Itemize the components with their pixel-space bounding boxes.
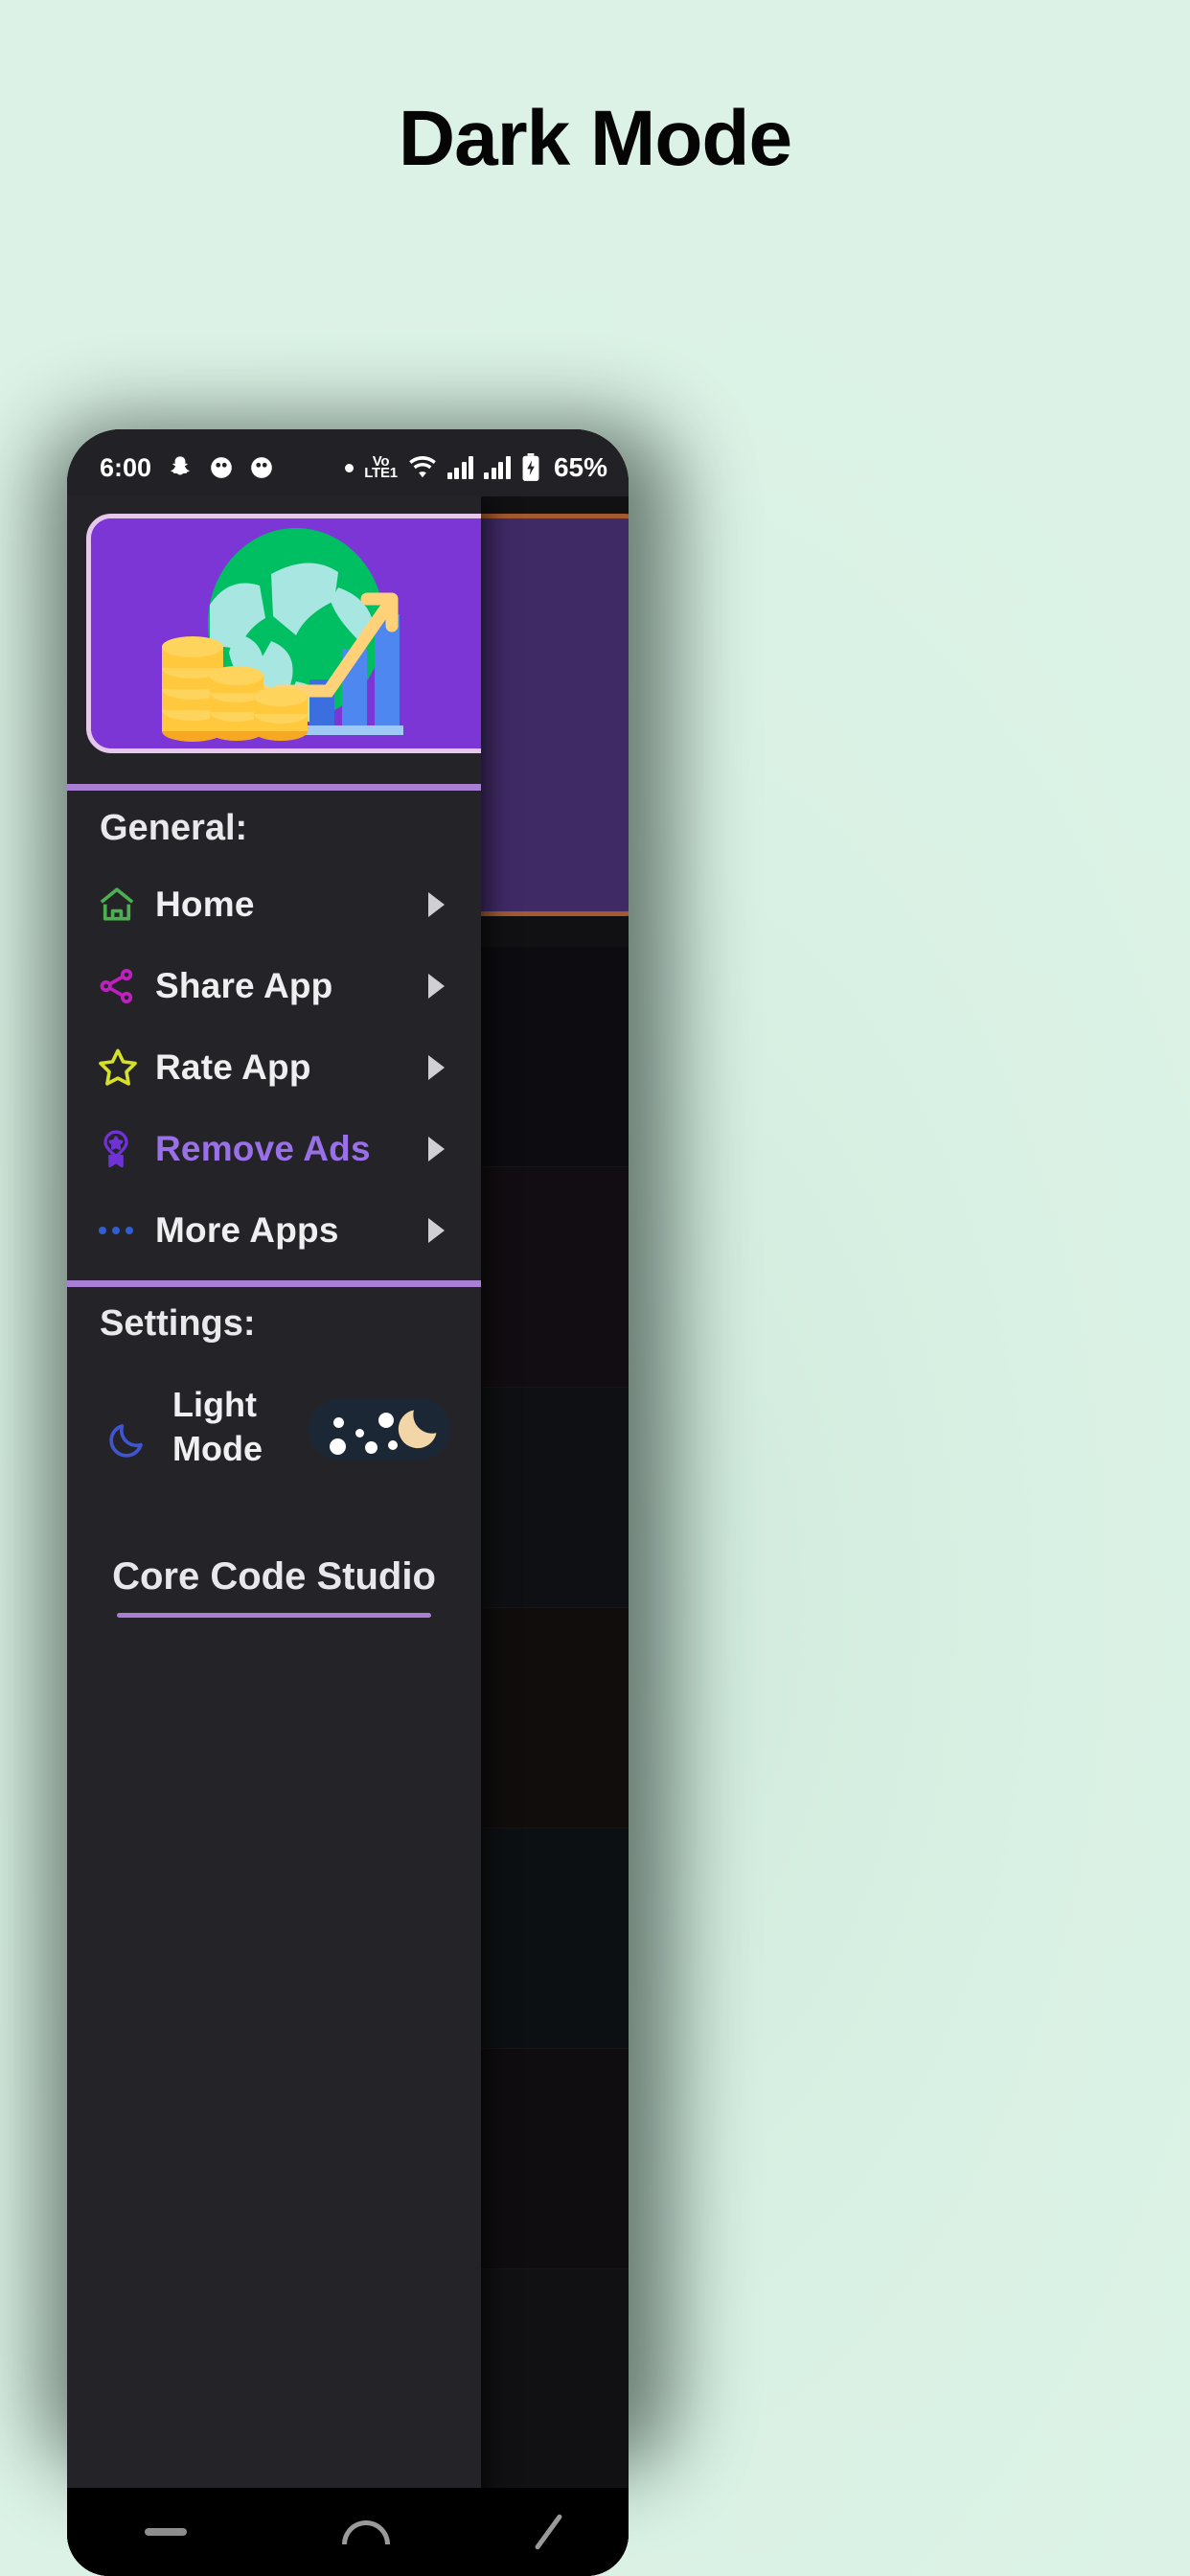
finance-globe-illustration bbox=[86, 514, 481, 753]
brand-underline bbox=[117, 1613, 431, 1618]
chevron-right-icon bbox=[428, 1137, 445, 1162]
phone-frame: › › › › › › bbox=[67, 429, 629, 2576]
chevron-right-icon bbox=[428, 1055, 445, 1080]
app-badge-icon bbox=[249, 455, 274, 480]
battery-charging-icon bbox=[521, 453, 540, 482]
volte-icon: Vo LTE1 bbox=[364, 452, 398, 481]
star-dot-icon bbox=[365, 1441, 378, 1454]
star-icon bbox=[96, 1046, 146, 1090]
dot-icon bbox=[345, 463, 355, 472]
app-badge-icon bbox=[209, 455, 234, 480]
back-icon[interactable] bbox=[534, 2513, 563, 2551]
menu-item-home[interactable]: Home bbox=[67, 872, 481, 937]
section-divider bbox=[67, 1280, 481, 1287]
menu-item-label: Remove Ads bbox=[155, 1129, 371, 1168]
chevron-right-icon bbox=[428, 892, 445, 917]
menu-item-label: Home bbox=[155, 885, 255, 924]
share-icon bbox=[96, 965, 146, 1007]
star-dot-icon bbox=[355, 1429, 364, 1438]
menu-item-label: Share App bbox=[155, 966, 333, 1005]
dark-mode-toggle[interactable] bbox=[309, 1398, 450, 1460]
theme-mode-label: Light Mode bbox=[172, 1385, 263, 1469]
hero-artwork bbox=[91, 518, 481, 748]
moon-icon bbox=[105, 1419, 148, 1466]
chevron-right-icon bbox=[428, 1218, 445, 1243]
page-root: Dark Mode › › › › › bbox=[0, 0, 1190, 2576]
menu-item-rate-app[interactable]: Rate App bbox=[67, 1035, 481, 1100]
recents-icon[interactable] bbox=[145, 2528, 188, 2536]
phone-screen: › › › › › › bbox=[67, 429, 629, 2576]
crescent-moon-icon bbox=[398, 1410, 437, 1449]
menu-item-remove-ads[interactable]: Remove Ads bbox=[67, 1116, 481, 1182]
snapchat-icon bbox=[167, 454, 194, 481]
more-dots-icon bbox=[96, 1221, 146, 1240]
section-heading-general: General: bbox=[100, 808, 248, 848]
menu-item-more-apps[interactable]: More Apps bbox=[67, 1198, 481, 1263]
status-time: 6:00 bbox=[100, 452, 152, 482]
page-title: Dark Mode bbox=[398, 95, 792, 182]
navigation-drawer: General: Home Share App Rate App Remove … bbox=[67, 496, 481, 2576]
star-dot-icon bbox=[333, 1417, 344, 1428]
star-dot-icon bbox=[378, 1413, 394, 1428]
badge-star-icon bbox=[96, 1129, 146, 1169]
star-dot-icon bbox=[330, 1438, 346, 1455]
section-divider bbox=[67, 784, 481, 791]
theme-mode-row[interactable]: Light Mode bbox=[67, 1383, 481, 1488]
menu-item-share-app[interactable]: Share App bbox=[67, 954, 481, 1019]
chevron-right-icon bbox=[428, 974, 445, 999]
home-icon[interactable] bbox=[342, 2519, 391, 2544]
battery-percent: 65% bbox=[553, 452, 607, 482]
wifi-icon bbox=[408, 456, 437, 479]
menu-item-label: More Apps bbox=[155, 1210, 339, 1250]
signal-bars-icon bbox=[446, 456, 474, 479]
status-bar: 6:00 Vo LTE1 65% bbox=[67, 429, 629, 496]
android-nav-bar bbox=[67, 2488, 629, 2576]
drawer-menu: Home Share App Rate App Remove Ads More … bbox=[67, 872, 481, 1279]
menu-item-label: Rate App bbox=[155, 1047, 311, 1087]
brand-footer: Core Code Studio bbox=[112, 1555, 436, 1598]
home-icon bbox=[96, 884, 146, 926]
signal-bars-icon bbox=[484, 456, 511, 479]
section-heading-settings: Settings: bbox=[100, 1303, 256, 1344]
